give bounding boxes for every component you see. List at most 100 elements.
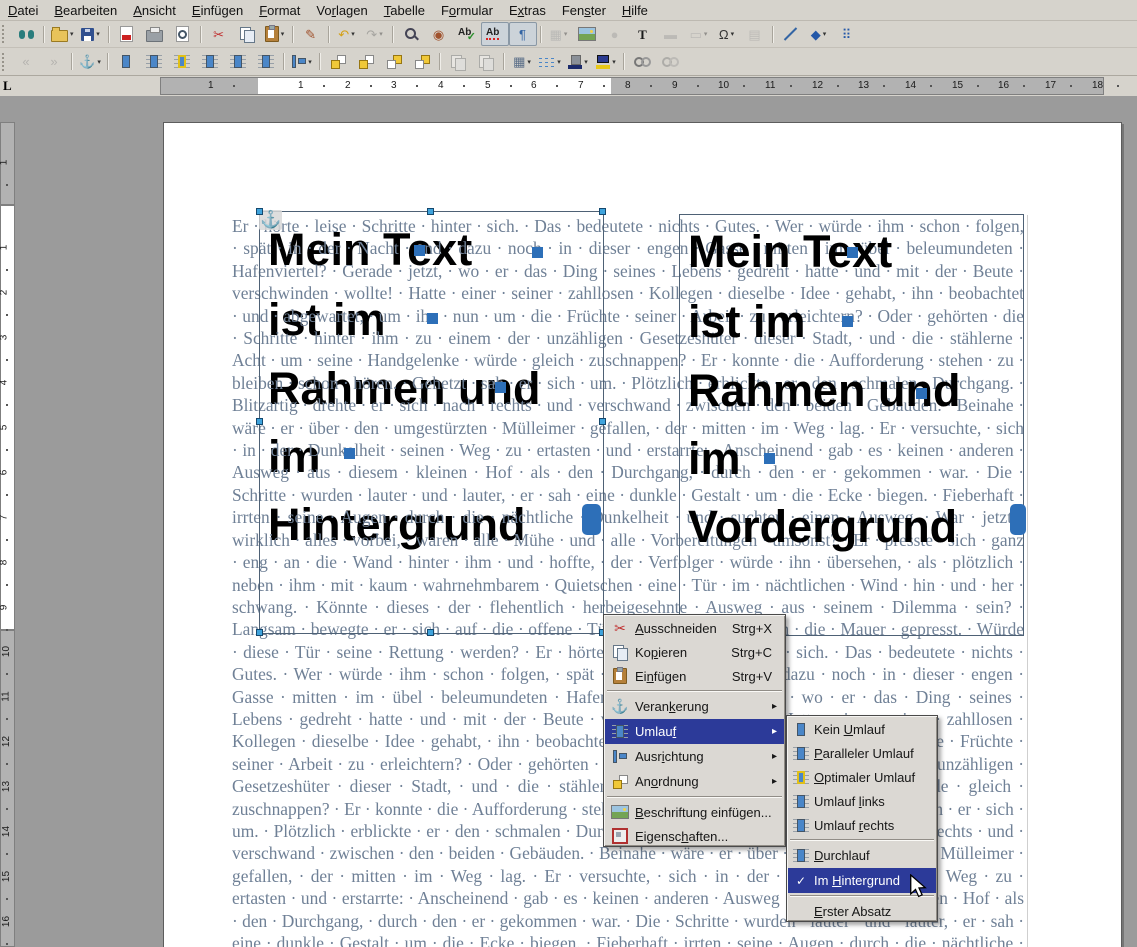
insert-textbox-button[interactable]: T (629, 22, 657, 46)
find-button[interactable] (12, 22, 40, 46)
dropdown-arrow-icon[interactable]: ▾ (704, 30, 708, 38)
menu-separator (607, 796, 782, 798)
border-color-button[interactable]: ▾ (564, 50, 592, 74)
dropdown-arrow-icon[interactable]: ▾ (351, 30, 355, 38)
spelling-button[interactable] (453, 22, 481, 46)
undo-button[interactable]: ↶▾ (333, 22, 361, 46)
navigator-button[interactable]: ◉ (425, 22, 453, 46)
menubar-item-formular[interactable]: Formular (433, 2, 501, 19)
menu-item-paralleler-umlauf[interactable]: Paralleler Umlauf (788, 741, 936, 765)
vertical-ruler[interactable]: 112345678910111213141516 (0, 96, 15, 947)
dropdown-arrow-icon[interactable]: ▾ (96, 30, 100, 38)
wrap-parallel-button[interactable] (140, 50, 168, 74)
dropdown-arrow-icon[interactable]: ▾ (564, 30, 568, 38)
menubar-item-einfuegen[interactable]: Einfügen (184, 2, 251, 19)
menu-item-eigenschaften[interactable]: Eigenschaften... (605, 824, 784, 848)
menu-item-umlauf-links[interactable]: Umlauf links (788, 789, 936, 813)
cut-button[interactable]: ✂ (205, 22, 233, 46)
text-frame-background[interactable] (259, 211, 604, 634)
clone-formatting-button[interactable]: ✎ (297, 22, 325, 46)
insert-line-button[interactable] (777, 22, 805, 46)
horizontal-ruler[interactable]: 1123456789101112131415161718 (160, 77, 1104, 95)
toolbar-grip[interactable] (2, 53, 8, 71)
menu-item-einfuegen[interactable]: EinfügenStrg+V (605, 664, 784, 688)
tab-stop-selector[interactable]: L (3, 78, 12, 94)
resize-handle[interactable] (599, 208, 606, 215)
auto-spellcheck-button[interactable] (481, 22, 509, 46)
dropdown-arrow-icon[interactable]: ▾ (584, 58, 588, 66)
menubar-item-tabelle[interactable]: Tabelle (376, 2, 433, 19)
bring-forward-button[interactable] (352, 50, 380, 74)
menubar-item-bearbeiten[interactable]: Bearbeiten (46, 2, 125, 19)
wrap-none-icon (793, 723, 809, 736)
find-replace-button[interactable] (397, 22, 425, 46)
resize-handle[interactable] (599, 418, 606, 425)
dropdown-arrow-icon[interactable]: ▾ (823, 30, 827, 38)
menu-item-durchlauf[interactable]: Durchlauf (788, 843, 936, 868)
background-color-button[interactable]: ▾ (592, 50, 620, 74)
dropdown-arrow-icon[interactable]: ▾ (557, 58, 561, 66)
save-button[interactable]: ▾ (77, 22, 105, 46)
menubar-item-hilfe[interactable]: Hilfe (614, 2, 656, 19)
resize-handle[interactable] (427, 629, 434, 636)
ruler-tick (6, 808, 8, 810)
space-mark (764, 453, 775, 464)
dropdown-arrow-icon[interactable]: ▾ (731, 30, 735, 38)
menu-item-anordnung[interactable]: Anordnung▸ (605, 769, 784, 794)
menubar-item-datei[interactable]: Datei (0, 2, 46, 19)
special-character-button[interactable]: Ω▾ (713, 22, 741, 46)
export-pdf-button[interactable] (113, 22, 141, 46)
link-frames-button[interactable] (628, 50, 656, 74)
basic-shapes-button[interactable]: ◆▾ (805, 22, 833, 46)
menu-item-umlauf[interactable]: Umlauf▸ (605, 719, 784, 744)
dropdown-arrow-icon[interactable]: ▾ (281, 30, 285, 38)
resize-handle[interactable] (256, 418, 263, 425)
menu-item-optimaler-umlauf[interactable]: Optimaler Umlauf (788, 765, 936, 789)
open-button[interactable]: ▾ (48, 22, 77, 46)
menubar-item-vorlagen[interactable]: Vorlagen (308, 2, 375, 19)
copy-button[interactable] (233, 22, 261, 46)
menu-item-kein-umlauf[interactable]: Kein Umlauf (788, 717, 936, 741)
menu-item-umlauf-rechts[interactable]: Umlauf rechts (788, 813, 936, 837)
dropdown-arrow-icon[interactable]: ▾ (379, 30, 383, 38)
dropdown-arrow-icon[interactable]: ▾ (527, 58, 531, 66)
send-to-back-button[interactable] (408, 50, 436, 74)
anchor-button[interactable]: ⚓▾ (76, 50, 104, 74)
dropdown-arrow-icon[interactable]: ▾ (308, 58, 312, 66)
formatting-marks-button[interactable]: ¶ (509, 22, 537, 46)
borders-button[interactable]: ▦▾ (508, 50, 536, 74)
alignment-button[interactable]: ▾ (288, 50, 316, 74)
wrap-through-button[interactable] (252, 50, 280, 74)
print-preview-button[interactable] (169, 22, 197, 46)
menu-item-ausrichtung[interactable]: Ausrichtung▸ (605, 744, 784, 769)
dropdown-arrow-icon[interactable]: ▾ (97, 58, 101, 66)
wrap-optimal-button[interactable] (168, 50, 196, 74)
wrap-optimal-icon (793, 771, 809, 784)
menu-item-ausschneiden[interactable]: ✂AusschneidenStrg+X (605, 616, 784, 640)
wrap-none-button[interactable] (112, 50, 140, 74)
bring-to-front-button[interactable] (324, 50, 352, 74)
menu-item-kopieren[interactable]: KopierenStrg+C (605, 640, 784, 664)
menubar-item-ansicht[interactable]: Ansicht (125, 2, 184, 19)
menubar-item-extras[interactable]: Extras (501, 2, 554, 19)
resize-handle[interactable] (256, 629, 263, 636)
wrap-left-button[interactable] (196, 50, 224, 74)
text-frame-foreground[interactable] (679, 214, 1024, 636)
paste-button[interactable]: ▾ (261, 22, 289, 46)
insert-image-button[interactable] (573, 22, 601, 46)
send-backward-button[interactable] (380, 50, 408, 74)
resize-handle[interactable] (427, 208, 434, 215)
print-button[interactable] (141, 22, 169, 46)
ruler-number: 1 (298, 80, 304, 91)
toolbar-grip[interactable] (2, 25, 8, 43)
insert-qrcode-button[interactable]: ⠿ (833, 22, 861, 46)
resize-handle[interactable] (256, 208, 263, 215)
menubar-item-format[interactable]: Format (251, 2, 308, 19)
menubar-item-fenster[interactable]: Fenster (554, 2, 614, 19)
border-style-button[interactable]: ▾ (536, 50, 564, 74)
dropdown-arrow-icon[interactable]: ▾ (70, 30, 74, 38)
menu-item-verankerung[interactable]: ⚓Verankerung▸ (605, 694, 784, 719)
dropdown-arrow-icon[interactable]: ▾ (612, 58, 616, 66)
menu-item-beschriftung-einfuegen[interactable]: Beschriftung einfügen... (605, 800, 784, 824)
wrap-right-button[interactable] (224, 50, 252, 74)
